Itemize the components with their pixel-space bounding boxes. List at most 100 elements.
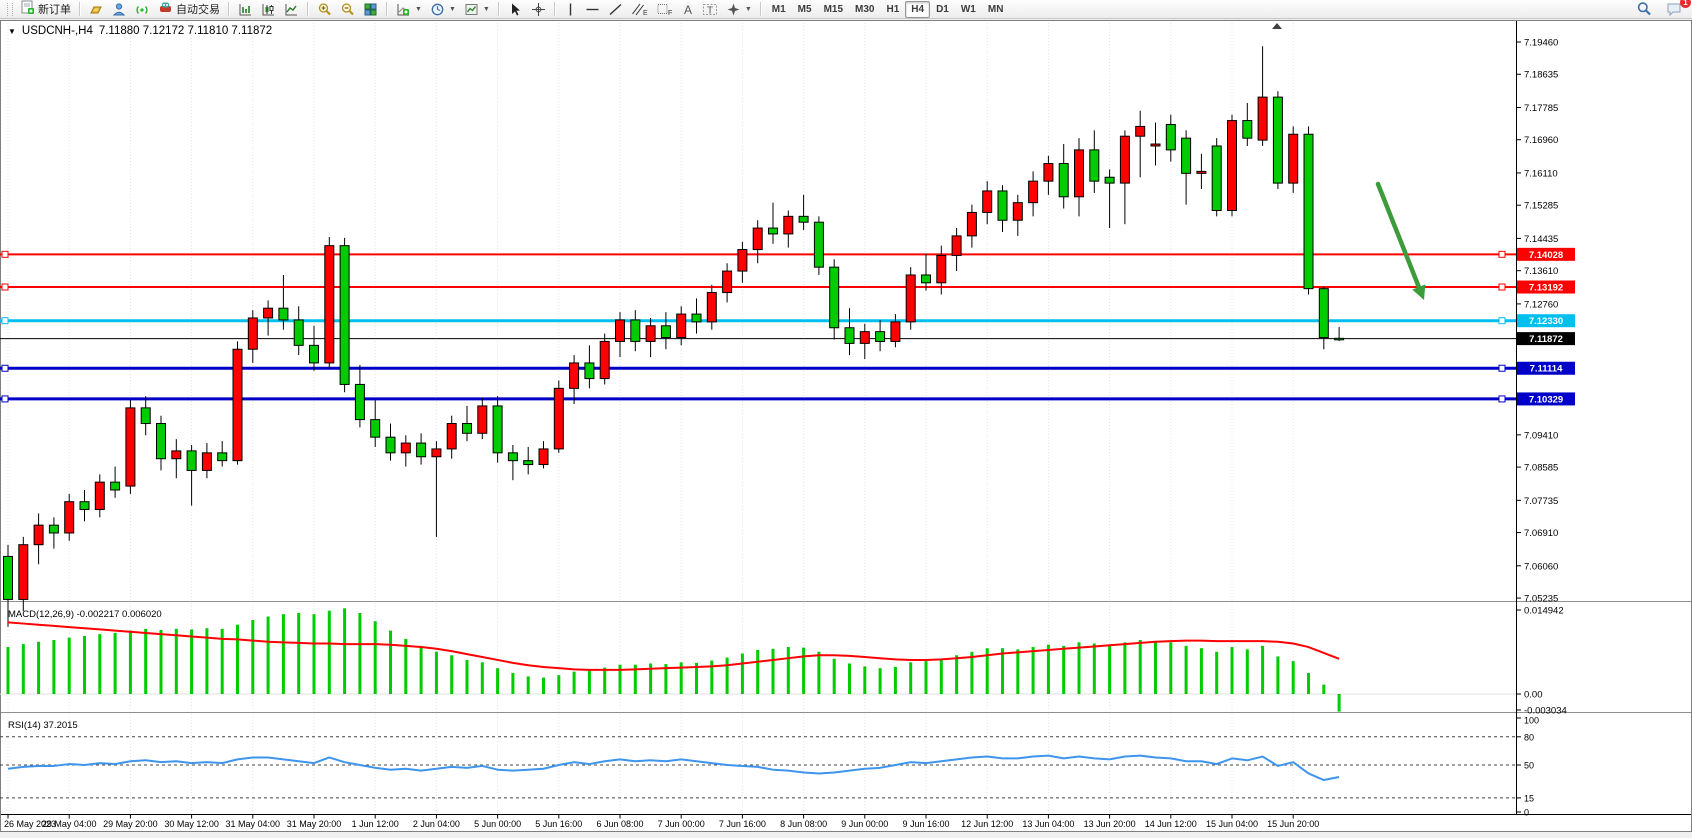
toolbar-separator xyxy=(498,2,500,16)
candle xyxy=(1029,181,1038,202)
candle xyxy=(1059,164,1068,197)
search-button[interactable] xyxy=(1632,0,1656,19)
candle xyxy=(983,191,992,212)
indicators-button[interactable]: ▼ xyxy=(392,0,426,19)
zoom-in-button[interactable] xyxy=(313,0,336,19)
candle xyxy=(95,482,104,509)
data-window-button[interactable] xyxy=(108,0,131,19)
candle xyxy=(952,236,961,256)
toolbar-separator xyxy=(760,2,762,16)
candle xyxy=(294,320,303,345)
person-icon xyxy=(112,2,127,17)
candlestick-mode-button[interactable] xyxy=(257,0,280,19)
line-chart-mode-button[interactable] xyxy=(280,0,303,19)
label-tool-button[interactable]: T xyxy=(698,0,722,19)
notifications-button[interactable]: 1 xyxy=(1662,0,1686,19)
svg-text:12 Jun 12:00: 12 Jun 12:00 xyxy=(961,819,1013,829)
svg-text:29 May 04:00: 29 May 04:00 xyxy=(42,819,97,829)
candle xyxy=(845,328,854,344)
fibonacci-tool-button[interactable]: E xyxy=(627,0,652,19)
cursor-tool-button[interactable] xyxy=(504,0,527,19)
timeframe-mn[interactable]: MN xyxy=(982,1,1010,18)
collapse-triangle-icon[interactable]: ▼ xyxy=(8,27,16,36)
candle xyxy=(707,293,716,322)
candle xyxy=(692,314,701,322)
svg-text:14 Jun 12:00: 14 Jun 12:00 xyxy=(1145,819,1197,829)
candle xyxy=(891,322,900,342)
svg-text:7.07735: 7.07735 xyxy=(1524,496,1558,507)
candle xyxy=(371,420,380,438)
periods-button[interactable]: ▼ xyxy=(426,0,460,19)
timeframe-w1[interactable]: W1 xyxy=(955,1,982,18)
svg-text:7 Jun 16:00: 7 Jun 16:00 xyxy=(719,819,766,829)
svg-text:7.13192: 7.13192 xyxy=(1529,283,1563,294)
svg-text:7.14435: 7.14435 xyxy=(1524,234,1558,245)
main-toolbar: 新订单 自动交易 ▼ ▼ xyxy=(0,0,1692,19)
horizontal-line-icon xyxy=(585,2,600,17)
candle xyxy=(19,545,28,600)
candle xyxy=(279,308,288,320)
timeframe-d1[interactable]: D1 xyxy=(930,1,955,18)
timeframe-m30[interactable]: M30 xyxy=(849,1,880,18)
candle xyxy=(600,341,609,378)
line-chart-icon xyxy=(284,2,299,17)
timeframe-h4[interactable]: H4 xyxy=(905,1,930,18)
candle xyxy=(401,443,410,453)
chart-ohlc-values: 7.11880 7.12172 7.11810 7.11872 xyxy=(99,25,272,37)
svg-text:13 Jun 04:00: 13 Jun 04:00 xyxy=(1022,819,1074,829)
svg-text:7.06910: 7.06910 xyxy=(1524,528,1558,539)
candle xyxy=(202,453,211,471)
new-order-button[interactable]: 新订单 xyxy=(16,0,75,19)
chart-canvas[interactable]: 7.194607.186357.177857.169607.161107.152… xyxy=(0,0,1692,838)
svg-text:31 May 20:00: 31 May 20:00 xyxy=(287,819,342,829)
timeframe-h1[interactable]: H1 xyxy=(880,1,905,18)
signals-button[interactable] xyxy=(131,0,154,19)
svg-text:7.19460: 7.19460 xyxy=(1524,38,1558,49)
candle xyxy=(830,267,839,328)
tile-windows-icon xyxy=(363,2,378,17)
svg-text:7.16110: 7.16110 xyxy=(1524,168,1558,179)
candle xyxy=(1273,97,1282,183)
chevron-down-icon: ▼ xyxy=(449,6,456,13)
templates-button[interactable]: ▼ xyxy=(460,0,494,19)
text-tool-button[interactable]: A xyxy=(677,0,698,19)
tile-windows-button[interactable] xyxy=(359,0,382,19)
svg-text:31 May 04:00: 31 May 04:00 xyxy=(226,819,281,829)
candle xyxy=(753,228,762,249)
crosshair-tool-button[interactable] xyxy=(527,0,550,19)
trendline-tool-button[interactable] xyxy=(604,0,627,19)
vertical-line-tool-button[interactable] xyxy=(560,0,581,19)
svg-text:50: 50 xyxy=(1524,761,1534,771)
zoom-out-button[interactable] xyxy=(336,0,359,19)
candle xyxy=(355,384,364,419)
horizontal-line-tool-button[interactable] xyxy=(581,0,604,19)
svg-text:15 Jun 20:00: 15 Jun 20:00 xyxy=(1267,819,1319,829)
toolbar-separator xyxy=(307,2,309,16)
svg-text:7.05235: 7.05235 xyxy=(1524,594,1558,605)
candle xyxy=(233,349,242,460)
candle xyxy=(631,320,640,341)
svg-text:100: 100 xyxy=(1524,716,1539,726)
svg-text:7.13610: 7.13610 xyxy=(1524,266,1558,277)
candle xyxy=(1105,177,1114,183)
candle xyxy=(661,326,670,338)
svg-text:0.00: 0.00 xyxy=(1524,690,1543,701)
svg-text:13 Jun 20:00: 13 Jun 20:00 xyxy=(1084,819,1136,829)
candle xyxy=(34,525,43,545)
svg-text:7.10329: 7.10329 xyxy=(1529,394,1563,405)
grid-tool-button[interactable]: F xyxy=(652,0,677,19)
timeframe-m1[interactable]: M1 xyxy=(766,1,792,18)
svg-text:7.15285: 7.15285 xyxy=(1524,201,1558,212)
svg-text:9 Jun 16:00: 9 Jun 16:00 xyxy=(902,819,949,829)
candle xyxy=(1197,171,1206,173)
template-chart-icon xyxy=(464,2,479,17)
candle xyxy=(417,443,426,457)
candle xyxy=(1228,121,1237,211)
timeframe-m5[interactable]: M5 xyxy=(792,1,818,18)
bar-chart-mode-button[interactable] xyxy=(234,0,257,19)
candle xyxy=(49,525,58,533)
shapes-tool-button[interactable]: ▼ xyxy=(722,0,756,19)
timeframe-m15[interactable]: M15 xyxy=(818,1,849,18)
market-watch-button[interactable] xyxy=(85,0,108,19)
autotrading-button[interactable]: 自动交易 xyxy=(154,0,224,19)
